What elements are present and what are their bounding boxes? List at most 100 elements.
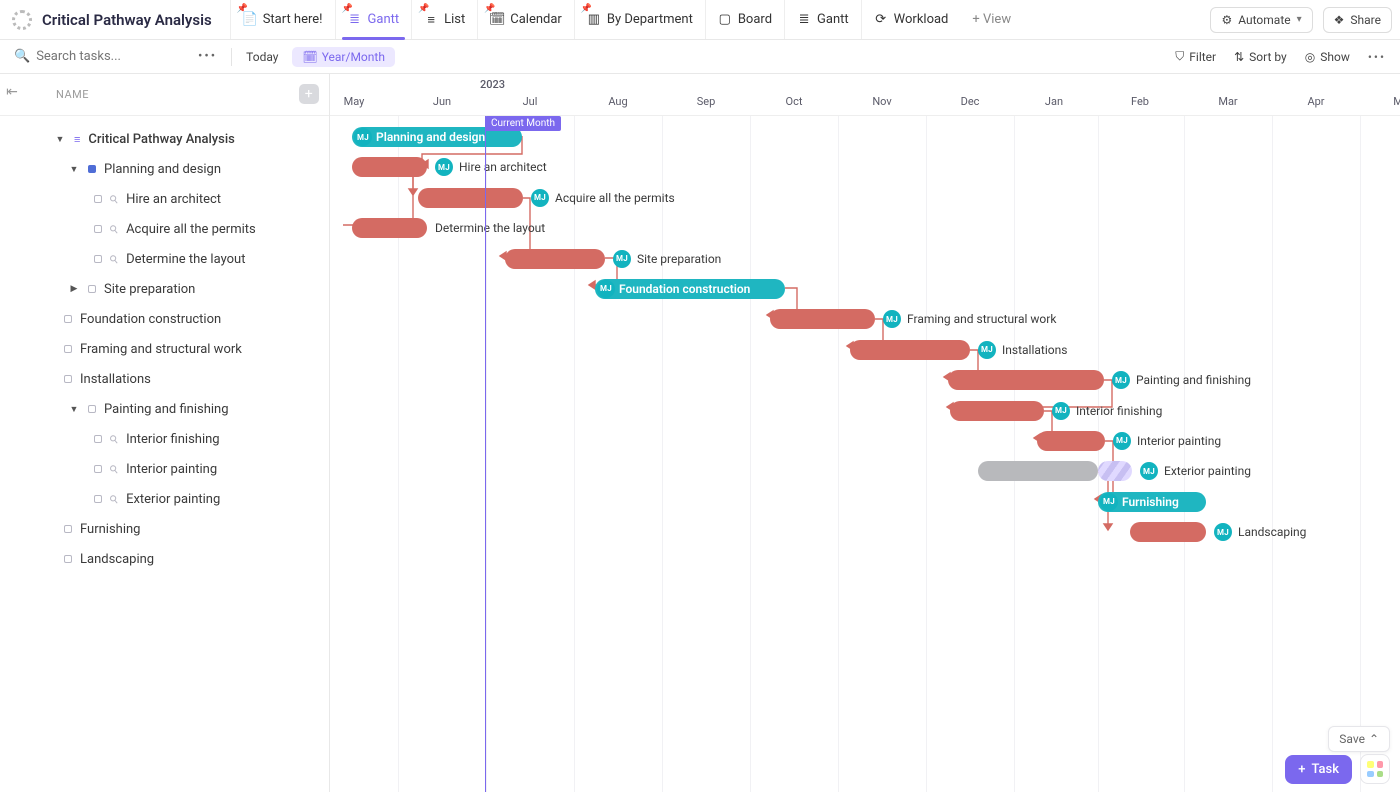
gantt-bar[interactable] (1130, 522, 1206, 542)
tree-item[interactable]: Furnishing (0, 514, 329, 544)
current-month-marker: Current Month (485, 116, 561, 131)
zoom-selector[interactable]: 🗓 Year/Month (292, 47, 394, 67)
tree-item[interactable]: Landscaping (0, 544, 329, 574)
pin-icon: 📌 (581, 4, 592, 14)
gantt-chart[interactable]: 2023 MayJunJulAugSepOctNovDecJanFebMarAp… (330, 74, 1400, 792)
status-square-icon[interactable] (88, 405, 96, 413)
current-month-line (485, 116, 486, 792)
gantt-bar[interactable] (352, 218, 427, 238)
status-square-icon[interactable] (64, 555, 72, 563)
gantt-bar-planned[interactable] (1098, 461, 1132, 481)
app-header: Critical Pathway Analysis 📌📄Start here!📌… (0, 0, 1400, 40)
assignee-avatar[interactable]: MJ (613, 250, 631, 268)
status-square-icon[interactable] (94, 195, 102, 203)
status-square-icon[interactable] (94, 255, 102, 263)
tree-item[interactable]: ⚲Determine the layout (0, 244, 329, 274)
assignee-avatar[interactable]: MJ (1112, 371, 1130, 389)
assignee-avatar[interactable]: MJ (883, 310, 901, 328)
gantt-bar[interactable]: Foundation construction (595, 279, 785, 299)
status-square-icon[interactable] (64, 525, 72, 533)
tree-item[interactable]: ▶Site preparation (0, 274, 329, 304)
tree-item[interactable]: ⚲Exterior painting (0, 484, 329, 514)
gantt-bar[interactable] (770, 309, 875, 329)
bar-label: MJPainting and finishing (1112, 365, 1251, 395)
view-tab-gantt[interactable]: 📌≣Gantt (335, 0, 412, 39)
month-label: Jun (433, 95, 451, 108)
tree-item-label: Acquire all the permits (126, 222, 256, 237)
tree-item[interactable]: ⚲Interior finishing (0, 424, 329, 454)
assignee-avatar[interactable]: MJ (354, 128, 372, 146)
assignee-avatar[interactable]: MJ (1140, 462, 1158, 480)
status-square-icon[interactable] (64, 315, 72, 323)
status-square-icon[interactable] (64, 375, 72, 383)
status-square-icon[interactable] (64, 345, 72, 353)
share-button[interactable]: ❖ Share (1323, 7, 1392, 33)
new-task-button[interactable]: +Task (1285, 755, 1352, 784)
gantt-bar[interactable] (418, 188, 523, 208)
view-tab-workload[interactable]: ⟳Workload (861, 0, 961, 39)
view-tab-calendar[interactable]: 📌🗓Calendar (477, 0, 574, 39)
view-tab-board[interactable]: ▢Board (705, 0, 784, 39)
view-tab-by-department[interactable]: 📌▥By Department (574, 0, 705, 39)
tree-item-label: Landscaping (80, 552, 154, 567)
view-tab-gantt[interactable]: ≣Gantt (784, 0, 861, 39)
sort-button[interactable]: ⇅Sort by (1234, 50, 1287, 64)
add-view-button[interactable]: + View (960, 0, 1023, 39)
status-square-icon[interactable] (94, 435, 102, 443)
tree-item[interactable]: Framing and structural work (0, 334, 329, 364)
tree-item[interactable]: ▼Painting and finishing (0, 394, 329, 424)
assignee-avatar[interactable]: MJ (1214, 523, 1232, 541)
caret-icon[interactable]: ▼ (68, 164, 80, 175)
tree-item[interactable]: ⚲Hire an architect (0, 184, 329, 214)
today-button[interactable]: Today (246, 50, 278, 64)
gantt-bar[interactable] (948, 370, 1104, 390)
board-icon: ▢ (718, 12, 732, 27)
gantt-bar[interactable] (850, 340, 970, 360)
gantt-icon: ≣ (348, 12, 362, 27)
toolbar-more-icon[interactable]: ••• (1368, 50, 1386, 64)
status-square-icon[interactable] (94, 495, 102, 503)
sort-icon: ⇅ (1234, 50, 1244, 64)
gantt-bar[interactable] (352, 157, 427, 177)
tree-item[interactable]: Installations (0, 364, 329, 394)
gantt-bar[interactable] (978, 461, 1098, 481)
status-square-icon[interactable] (94, 225, 102, 233)
assignee-avatar[interactable]: MJ (1100, 493, 1118, 511)
search-more-icon[interactable]: ••• (198, 49, 217, 64)
status-square-icon[interactable] (88, 285, 96, 293)
tree-item[interactable]: ⚲Acquire all the permits (0, 214, 329, 244)
status-square-icon[interactable] (94, 465, 102, 473)
month-label: Jul (523, 95, 538, 108)
assignee-avatar[interactable]: MJ (435, 158, 453, 176)
add-column-button[interactable]: + (299, 84, 319, 104)
gantt-bar[interactable] (1037, 431, 1105, 451)
show-button[interactable]: ◎Show (1305, 50, 1350, 64)
view-tab-list[interactable]: 📌≡List (411, 0, 477, 39)
gantt-bar[interactable] (505, 249, 605, 269)
search-box[interactable]: 🔍 (14, 49, 184, 64)
assignee-avatar[interactable]: MJ (597, 280, 615, 298)
caret-icon[interactable]: ▶ (68, 284, 80, 294)
assignee-avatar[interactable]: MJ (1052, 402, 1070, 420)
search-input[interactable] (36, 49, 184, 64)
tree-item[interactable]: Foundation construction (0, 304, 329, 334)
view-tab-start-here-[interactable]: 📌📄Start here! (230, 0, 335, 39)
apps-button[interactable] (1360, 754, 1390, 784)
pin-icon: 📌 (418, 4, 429, 14)
tree-item[interactable]: ▼≡Critical Pathway Analysis (0, 124, 329, 154)
tree-item[interactable]: ▼Planning and design (0, 154, 329, 184)
month-label: Dec (961, 95, 980, 108)
gantt-bar[interactable] (950, 401, 1044, 421)
save-popup[interactable]: Save⌃ (1328, 726, 1390, 752)
automate-button[interactable]: ⚙ Automate ▾ (1210, 7, 1312, 33)
caret-icon[interactable]: ▼ (68, 404, 80, 415)
tree-item[interactable]: ⚲Interior painting (0, 454, 329, 484)
assignee-avatar[interactable]: MJ (978, 341, 996, 359)
filter-button[interactable]: ⛉Filter (1175, 49, 1216, 64)
assignee-avatar[interactable]: MJ (1113, 432, 1131, 450)
dependency-icon: ⚲ (107, 491, 122, 506)
status-square-icon[interactable] (88, 165, 96, 173)
dependency-icon: ⚲ (107, 251, 122, 266)
caret-icon[interactable]: ▼ (54, 134, 66, 145)
assignee-avatar[interactable]: MJ (531, 189, 549, 207)
